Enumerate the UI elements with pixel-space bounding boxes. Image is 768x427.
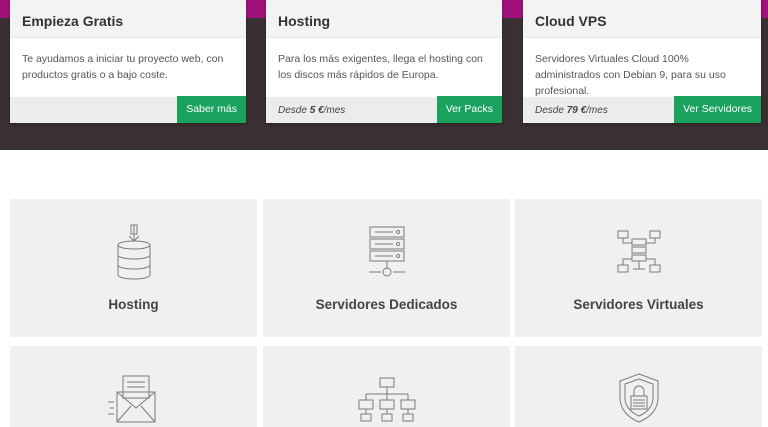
card-title: Hosting — [278, 13, 331, 29]
card-header: Empieza Gratis — [10, 0, 246, 38]
card-footer: Desde 5 €/mes Ver Packs — [266, 96, 502, 123]
price-prefix: Desde — [278, 105, 310, 116]
database-download-icon — [112, 223, 156, 281]
price-suffix: /mes — [323, 105, 346, 116]
price-text: Desde 79 €/mes — [535, 105, 608, 116]
tile-security[interactable] — [515, 346, 762, 427]
price-value: 5 € — [309, 105, 324, 116]
card-empieza-gratis: Empieza Gratis Te ayudamos a iniciar tu … — [10, 0, 246, 123]
price-prefix: Desde — [535, 105, 567, 116]
ver-servidores-button[interactable]: Ver Servidores — [674, 96, 761, 123]
tile-hosting[interactable]: Hosting — [10, 199, 257, 337]
saber-mas-button[interactable]: Saber más — [177, 96, 246, 123]
card-footer: Desde 79 €/mes Ver Servidores — [523, 96, 761, 123]
tile-email[interactable] — [10, 346, 257, 427]
tile-network[interactable] — [263, 346, 510, 427]
tile-servidores-dedicados[interactable]: Servidores Dedicados — [263, 199, 510, 337]
price-value: 79 € — [566, 105, 587, 116]
card-footer: Saber más — [10, 96, 246, 123]
card-cloud-vps: Cloud VPS Servidores Virtuales Cloud 100… — [523, 0, 761, 123]
price-suffix: /mes — [586, 105, 608, 116]
card-description: Servidores Virtuales Cloud 100% administ… — [535, 53, 726, 97]
card-title: Empieza Gratis — [22, 13, 124, 29]
tile-servidores-virtuales[interactable]: Servidores Virtuales — [515, 199, 762, 337]
card-description: Te ayudamos a iniciar tu proyecto web, c… — [22, 53, 224, 81]
server-rack-icon — [367, 225, 407, 279]
card-hosting: Hosting Para los más exigentes, llega el… — [266, 0, 502, 123]
tile-label: Hosting — [108, 297, 159, 312]
email-envelope-icon — [107, 374, 161, 424]
security-shield-icon — [617, 372, 661, 424]
tile-label: Servidores Dedicados — [315, 297, 458, 312]
ver-packs-button[interactable]: Ver Packs — [436, 96, 502, 123]
hierarchy-network-icon — [358, 376, 416, 422]
price-text: Desde 5 €/mes — [278, 105, 345, 116]
card-header: Hosting — [266, 0, 502, 38]
card-description: Para los más exigentes, llega el hosting… — [278, 53, 483, 81]
virtual-network-icon — [616, 229, 662, 275]
card-header: Cloud VPS — [523, 0, 761, 38]
card-title: Cloud VPS — [535, 13, 607, 29]
tile-label: Servidores Virtuales — [573, 297, 704, 312]
